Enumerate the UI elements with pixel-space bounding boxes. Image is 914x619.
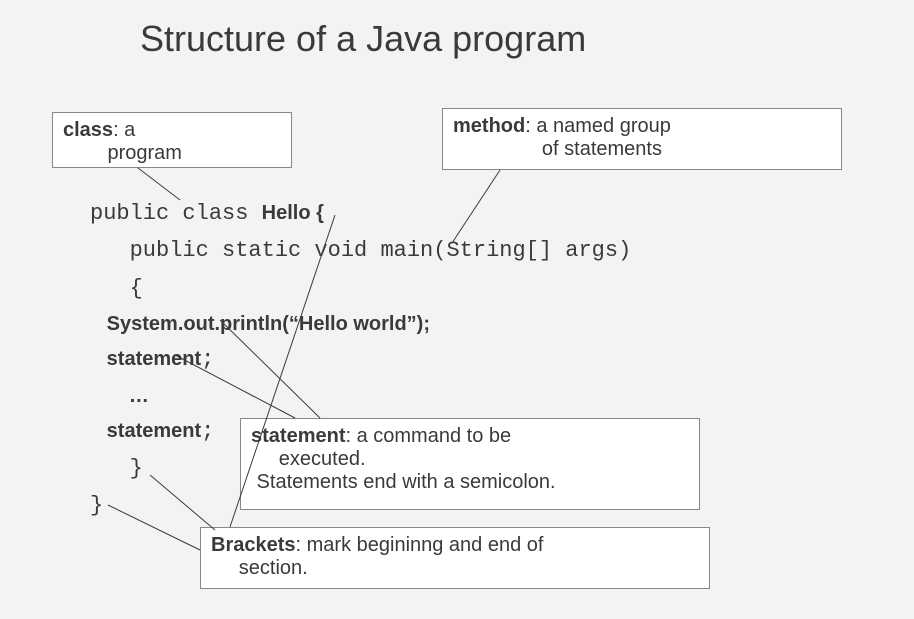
callout-class-label: class	[63, 119, 113, 141]
code-block: public class Hello { public static void …	[90, 195, 631, 525]
callout-method: method: a named group of statements	[442, 108, 842, 170]
code-line-1: public class Hello {	[90, 195, 631, 232]
code-line-4: System.out.println(“Hello world”);	[90, 307, 631, 341]
code-line-6: …	[90, 379, 631, 413]
callout-class: class: a program	[52, 112, 292, 168]
callout-brackets: Brackets: mark begininng and end of sect…	[200, 527, 710, 589]
code-line-2: public static void main(String[] args)	[90, 232, 631, 269]
callout-brackets-label: Brackets	[211, 534, 296, 556]
code-line-3: {	[90, 270, 631, 307]
code-line-7: statement;	[90, 413, 631, 450]
code-line-5: statement;	[90, 341, 631, 378]
code-line-9: }	[90, 487, 631, 524]
callout-method-label: method	[453, 115, 525, 137]
code-line-8: }	[90, 450, 631, 487]
slide-title: Structure of a Java program	[140, 18, 586, 60]
